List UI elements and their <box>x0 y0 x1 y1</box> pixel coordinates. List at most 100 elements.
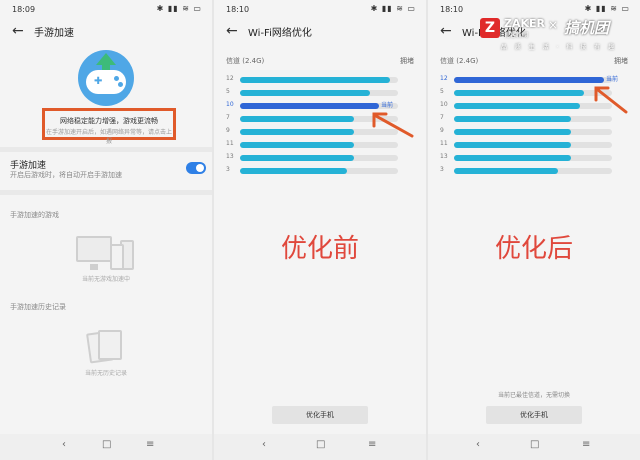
channel-congestion-bar <box>454 168 558 174</box>
nav-back-icon[interactable]: ‹ <box>476 439 480 450</box>
status-bar: 18:09 ✱ ▮▮ ≋ ▭ <box>12 4 202 18</box>
channel-congestion-track <box>454 155 612 161</box>
gamepad-icon: ✚ <box>86 70 126 94</box>
channel-number: 5 <box>440 88 444 95</box>
nav-menu-icon[interactable]: ≡ <box>368 439 376 450</box>
optimal-channel-note: 当前已最佳信道，无需切换 <box>497 392 570 399</box>
channel-congestion-track <box>454 116 612 122</box>
status-time: 18:10 <box>440 5 464 14</box>
boost-hint: 在手游加速开启后，如遇网络异常等，请点击上报 <box>45 129 172 145</box>
nav-bar: ‹ □ ≡ <box>214 434 426 460</box>
channel-congestion-bar <box>240 142 354 148</box>
channel-row: 3 <box>440 165 630 177</box>
channel-row: 13 <box>440 152 630 164</box>
channel-number: 11 <box>226 140 234 147</box>
channel-row: 3 <box>226 165 416 177</box>
channel-number: 9 <box>226 127 230 134</box>
channel-header: 信道 (2.4G) <box>440 57 479 65</box>
channel-congestion-track <box>454 168 612 174</box>
channel-congestion-bar <box>240 103 379 109</box>
game-boost-toggle[interactable] <box>186 162 206 174</box>
devices-illustration-icon <box>76 236 134 272</box>
channel-congestion-track <box>240 168 398 174</box>
channel-number: 11 <box>440 140 448 147</box>
optimize-button[interactable]: 优化手机 <box>272 406 368 424</box>
channel-number: 3 <box>440 166 444 173</box>
empty-history-label: 当前无历史记录 <box>84 370 127 377</box>
back-arrow-icon[interactable]: ← <box>226 22 238 40</box>
optimize-button[interactable]: 优化手机 <box>486 406 582 424</box>
nav-home-icon[interactable]: □ <box>102 439 111 450</box>
status-time: 18:09 <box>12 5 36 14</box>
channel-congestion-bar <box>240 129 354 135</box>
channel-congestion-track <box>240 142 398 148</box>
channel-row: 11 <box>440 139 630 151</box>
boost-description: 网络稳定能力增强，游戏更流畅 <box>60 117 158 125</box>
divider <box>0 147 212 152</box>
channel-header: 信道 (2.4G) <box>226 57 265 65</box>
channel-number: 13 <box>226 153 234 160</box>
after-label: 优化后 <box>494 234 573 264</box>
channel-number: 10 <box>226 101 234 108</box>
nav-home-icon[interactable]: □ <box>530 439 539 450</box>
channel-number: 7 <box>226 114 230 121</box>
screenshot-collage: 18:09 ✱ ▮▮ ≋ ▭ ← 手游加速 ✚ 网络稳定能力增强，游戏更流畅 在… <box>0 0 640 460</box>
page-title: Wi-Fi网络优化 <box>248 28 312 39</box>
channel-row: 9 <box>440 126 630 138</box>
divider <box>0 190 212 195</box>
empty-games-label: 当前无游戏加速中 <box>81 276 130 283</box>
current-channel-label: 当前 <box>381 102 394 109</box>
channel-congestion-bar <box>454 90 584 96</box>
channel-number: 3 <box>226 166 230 173</box>
channel-congestion-bar <box>240 77 390 83</box>
watermark: Z ZAKER 扎客新闻 × 搞机团 品 质 生 活 · 科 技 有 趣 <box>478 16 640 56</box>
channel-row: 11 <box>226 139 416 151</box>
brand-wordmark: 搞机团 <box>564 19 610 37</box>
title-bar: ← Wi-Fi网络优化 <box>214 22 426 42</box>
channel-number: 9 <box>440 127 444 134</box>
status-bar: 18:10 ✱ ▮▮ ≋ ▭ <box>226 4 416 18</box>
nav-menu-icon[interactable]: ≡ <box>582 439 590 450</box>
nav-back-icon[interactable]: ‹ <box>62 439 66 450</box>
channel-congestion-bar <box>240 155 354 161</box>
wifi-before-screen: 18:10 ✱ ▮▮ ≋ ▭ ← Wi-Fi网络优化 信道 (2.4G) 拥堵 … <box>214 0 426 460</box>
back-arrow-icon[interactable]: ← <box>440 22 452 40</box>
channel-congestion-track <box>240 77 398 83</box>
nav-menu-icon[interactable]: ≡ <box>146 439 154 450</box>
status-icons: ✱ ▮▮ ≋ ▭ <box>156 4 202 13</box>
channel-congestion-track <box>454 103 612 109</box>
nav-home-icon[interactable]: □ <box>316 439 325 450</box>
channel-congestion-bar <box>454 103 580 109</box>
channel-congestion-track <box>240 90 398 96</box>
channel-congestion-bar <box>240 90 370 96</box>
channel-congestion-bar <box>454 142 571 148</box>
before-label: 优化前 <box>280 234 359 264</box>
congestion-header: 拥堵 <box>614 57 628 65</box>
back-arrow-icon[interactable]: ← <box>12 22 24 40</box>
wifi-after-screen: 18:10 ✱ ▮▮ ≋ ▭ ← Wi-Fi网络优化 信道 (2.4G) 拥堵 … <box>428 0 640 460</box>
section-title-games: 手游加速的游戏 <box>10 211 59 219</box>
status-icons: ✱ ▮▮ ≋ ▭ <box>584 4 630 13</box>
channel-congestion-bar <box>240 116 354 122</box>
channel-congestion-bar <box>454 129 571 135</box>
status-time: 18:10 <box>226 5 250 14</box>
collab-x: × <box>548 18 559 32</box>
nav-bar: ‹ □ ≡ <box>428 434 640 460</box>
game-boost-screen: 18:09 ✱ ▮▮ ≋ ▭ ← 手游加速 ✚ 网络稳定能力增强，游戏更流畅 在… <box>0 0 212 460</box>
documents-illustration-icon <box>86 328 126 364</box>
setting-subtitle: 开启后游戏时，将自动开启手游加速 <box>10 171 122 179</box>
channel-row: 5 <box>226 87 416 99</box>
nav-back-icon[interactable]: ‹ <box>262 439 266 450</box>
channel-row: 12 <box>226 74 416 86</box>
brand-tagline: 品 质 生 活 · 科 技 有 趣 <box>500 44 618 51</box>
game-boost-icon: ✚ <box>78 50 134 106</box>
channel-number: 13 <box>440 153 448 160</box>
status-icons: ✱ ▮▮ ≋ ▭ <box>370 4 416 13</box>
channel-row: 13 <box>226 152 416 164</box>
annotation-arrow-icon <box>372 112 414 138</box>
channel-congestion-track <box>454 77 612 83</box>
channel-number: 12 <box>440 75 448 82</box>
channel-congestion-track <box>240 155 398 161</box>
nav-bar: ‹ □ ≡ <box>0 434 212 460</box>
channel-congestion-bar <box>454 77 604 83</box>
